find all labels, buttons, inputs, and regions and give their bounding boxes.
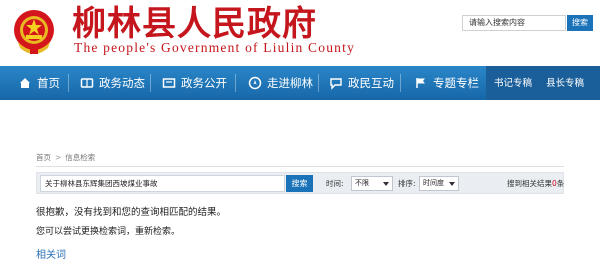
- page: 柳林县人民政府 The people's Government of Liuli…: [0, 0, 600, 268]
- nav-divider: [68, 74, 69, 92]
- breadcrumb-home-link[interactable]: 首页: [36, 152, 51, 163]
- time-filter-value: 不限: [355, 179, 369, 187]
- folder-icon: [162, 78, 176, 88]
- sort-filter-label: 排序:: [398, 179, 416, 188]
- nav-label: 首页: [37, 76, 60, 90]
- related-terms-heading: 相关词: [36, 250, 66, 261]
- site-search-button[interactable]: 搜索: [567, 15, 593, 31]
- time-filter-label: 时间:: [326, 179, 344, 188]
- nav-special-column: 书记专稿 县长专稿: [486, 66, 600, 100]
- home-icon: [20, 78, 30, 88]
- nav-item-home[interactable]: 首页: [18, 66, 60, 100]
- search-button[interactable]: 搜索: [286, 175, 313, 192]
- nav-divider: [318, 74, 319, 92]
- sort-filter-value: 时间度: [423, 179, 444, 187]
- breadcrumb-separator: >: [55, 152, 62, 162]
- time-filter-select[interactable]: 不限: [351, 176, 393, 191]
- retry-hint: 您可以尝试更换检索词，重新检索。: [36, 227, 181, 237]
- nav-label: 专题专栏: [433, 76, 479, 90]
- national-emblem-icon: [14, 10, 54, 54]
- divider: [36, 166, 564, 167]
- nav-label: 政务动态: [99, 76, 145, 90]
- site-search-input[interactable]: 请输入搜索内容: [462, 15, 566, 31]
- breadcrumb: 首页 > 信息检索: [36, 151, 564, 163]
- nav-divider: [400, 74, 401, 92]
- chevron-down-icon: [449, 182, 455, 186]
- nav-label: 政务公开: [181, 76, 227, 90]
- nav-item-interaction[interactable]: 政民互动: [329, 66, 394, 100]
- nav-divider: [235, 74, 236, 92]
- site-subtitle: The people's Government of Liulin County: [74, 40, 356, 55]
- nav-item-topics[interactable]: 专题专栏: [414, 66, 479, 100]
- nav-item-secretary-column[interactable]: 书记专稿: [494, 75, 532, 89]
- nav-item-news[interactable]: 政务动态: [80, 66, 145, 100]
- nav-label: 走进柳林: [267, 76, 313, 90]
- result-count-suffix: 条: [556, 179, 565, 188]
- site-title: 柳林县人民政府: [72, 4, 317, 44]
- result-count-prefix: 搜到相关结果: [507, 179, 552, 188]
- sort-filter-select[interactable]: 时间度: [419, 176, 459, 191]
- query-input[interactable]: 关于柳林县东辉集团西坡煤业事故: [40, 175, 285, 192]
- site-header: 柳林县人民政府 The people's Government of Liuli…: [0, 0, 600, 66]
- result-count: 搜到相关结果0条: [507, 178, 564, 190]
- news-icon: [80, 78, 94, 88]
- nav-item-magistrate-column[interactable]: 县长专稿: [546, 75, 584, 89]
- chat-icon: [330, 78, 342, 90]
- compass-icon: [248, 76, 262, 90]
- nav-item-open-gov[interactable]: 政务公开: [162, 66, 227, 100]
- flag-icon: [416, 78, 425, 88]
- no-results-message: 很抱歉，没有找到和您的查询相匹配的结果。: [36, 207, 227, 218]
- search-bar: 关于柳林县东辉集团西坡煤业事故 搜索 时间: 不限 排序: 时间度 搜到相关结果…: [36, 172, 564, 194]
- nav-divider: [150, 74, 151, 92]
- nav-label: 政民互动: [348, 76, 394, 90]
- breadcrumb-current: 信息检索: [65, 152, 96, 162]
- nav-item-about[interactable]: 走进柳林: [248, 66, 313, 100]
- chevron-down-icon: [383, 182, 389, 186]
